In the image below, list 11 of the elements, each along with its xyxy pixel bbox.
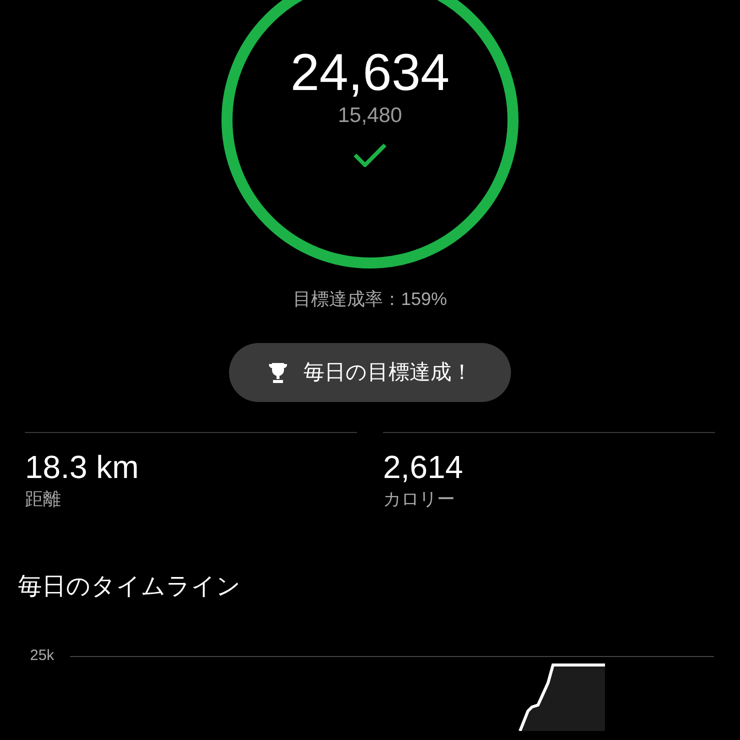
stat-label: 距離 [25,488,62,511]
achievement-badge[interactable]: 毎日の目標達成！ [229,343,511,402]
y-axis-label: 25k [30,647,56,665]
step-goal: 15,480 [338,103,402,129]
goal-rate: 目標達成率：159% [292,288,448,311]
step-count: 24,634 [290,43,450,103]
stat-value: 18.3 km [25,448,140,487]
stat-value: 2,614 [383,448,464,487]
timeline-title: 毎日のタイムライン [18,573,241,600]
stat-label: カロリー [383,488,456,511]
trophy-icon [268,362,288,384]
